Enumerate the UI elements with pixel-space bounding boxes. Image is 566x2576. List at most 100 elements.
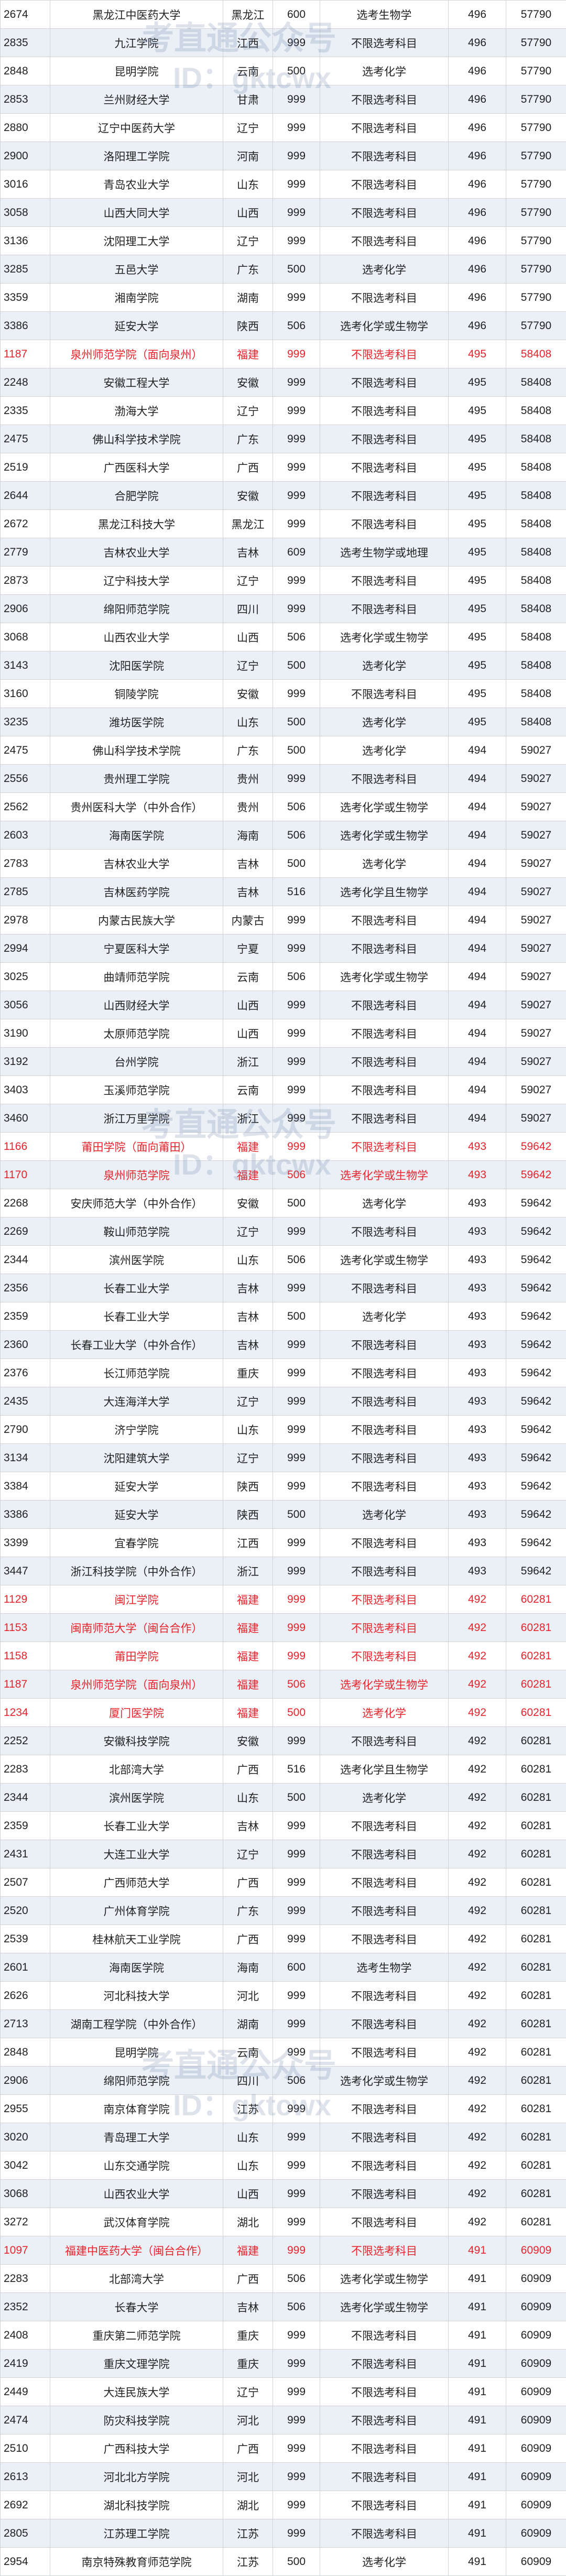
cell-score: 495 (448, 538, 506, 567)
cell-province: 贵州 (223, 792, 273, 821)
cell-score: 491 (448, 2321, 506, 2350)
cell-score: 494 (448, 764, 506, 793)
cell-subject-requirement: 选考化学或生物学 (320, 2264, 449, 2293)
cell-code: 2601 (0, 1953, 50, 1982)
cell-subject-requirement: 选考化学或生物学 (320, 2066, 449, 2095)
cell-province: 江西 (223, 1528, 273, 1557)
cell-code: 2352 (0, 2292, 50, 2321)
cell-score: 495 (448, 594, 506, 623)
cell-code: 2475 (0, 425, 50, 453)
cell-rank: 58408 (506, 566, 566, 595)
cell-score: 492 (448, 2038, 506, 2067)
cell-group-code: 999 (273, 425, 320, 453)
cell-group-code: 999 (273, 934, 320, 963)
table-row: 1166 莆田学院（面向莆田） 福建 999 不限选考科目 493 59642 (0, 1132, 566, 1161)
table-row: 2283 北部湾大学 广西 516 选考化学且生物学 492 60281 (0, 1755, 566, 1784)
cell-rank: 59027 (506, 934, 566, 963)
cell-score: 492 (448, 1953, 506, 1982)
cell-rank: 59642 (506, 1274, 566, 1302)
cell-subject-requirement: 不限选考科目 (320, 1896, 449, 1925)
cell-group-code: 999 (273, 368, 320, 397)
table-row: 2352 长春大学 吉林 506 选考化学或生物学 491 60909 (0, 2292, 566, 2321)
cell-subject-requirement: 选考化学 (320, 1698, 449, 1727)
cell-province: 吉林 (223, 1330, 273, 1359)
cell-school-name: 滨州医学院 (50, 1783, 223, 1812)
cell-province: 山东 (223, 2151, 273, 2180)
cell-group-code: 506 (273, 623, 320, 651)
table-row: 2356 长春工业大学 吉林 999 不限选考科目 493 59642 (0, 1274, 566, 1302)
cell-code: 2268 (0, 1189, 50, 1218)
cell-code: 2252 (0, 1726, 50, 1755)
cell-province: 吉林 (223, 1302, 273, 1331)
cell-rank: 59027 (506, 1075, 566, 1104)
cell-province: 海南 (223, 821, 273, 850)
cell-province: 福建 (223, 1160, 273, 1189)
cell-group-code: 999 (273, 1387, 320, 1416)
cell-score: 494 (448, 991, 506, 1019)
cell-subject-requirement: 选考化学或生物学 (320, 792, 449, 821)
cell-school-name: 泉州师范学院 (50, 1160, 223, 1189)
cell-rank: 59642 (506, 1557, 566, 1585)
cell-subject-requirement: 选考化学或生物学 (320, 821, 449, 850)
cell-rank: 57790 (506, 255, 566, 284)
cell-code: 2356 (0, 1274, 50, 1302)
cell-score: 494 (448, 1075, 506, 1104)
cell-school-name: 台州学院 (50, 1047, 223, 1076)
table-row: 2906 绵阳师范学院 四川 999 不限选考科目 495 58408 (0, 594, 566, 623)
cell-rank: 57790 (506, 113, 566, 142)
cell-rank: 57790 (506, 28, 566, 57)
cell-subject-requirement: 不限选考科目 (320, 1387, 449, 1416)
cell-group-code: 999 (273, 1274, 320, 1302)
cell-rank: 58408 (506, 481, 566, 510)
table-row: 3190 太原师范学院 山西 999 不限选考科目 494 59027 (0, 1019, 566, 1048)
cell-province: 广西 (223, 2264, 273, 2293)
cell-rank: 60909 (506, 2547, 566, 2576)
cell-province: 山东 (223, 2123, 273, 2151)
cell-school-name: 铜陵学院 (50, 679, 223, 708)
cell-group-code: 500 (273, 849, 320, 878)
cell-code: 1158 (0, 1642, 50, 1670)
cell-group-code: 506 (273, 792, 320, 821)
cell-subject-requirement: 选考化学且生物学 (320, 877, 449, 906)
cell-province: 宁夏 (223, 934, 273, 963)
cell-province: 福建 (223, 1132, 273, 1161)
cell-code: 3016 (0, 170, 50, 199)
cell-group-code: 999 (273, 283, 320, 312)
cell-subject-requirement: 选考生物学 (320, 0, 449, 29)
cell-province: 安徽 (223, 368, 273, 397)
cell-code: 2519 (0, 453, 50, 482)
cell-group-code: 999 (273, 2491, 320, 2519)
cell-school-name: 海南医学院 (50, 1953, 223, 1982)
cell-code: 2449 (0, 2377, 50, 2406)
table-row: 3359 湘南学院 湖南 999 不限选考科目 496 57790 (0, 283, 566, 312)
table-row: 1234 厦门医学院 福建 500 选考化学 492 60281 (0, 1698, 566, 1727)
cell-rank: 59027 (506, 1019, 566, 1048)
cell-subject-requirement: 不限选考科目 (320, 1274, 449, 1302)
cell-subject-requirement: 不限选考科目 (320, 2491, 449, 2519)
cell-group-code: 999 (273, 2123, 320, 2151)
cell-code: 2880 (0, 113, 50, 142)
cell-subject-requirement: 选考化学 (320, 1189, 449, 1218)
cell-code: 2692 (0, 2491, 50, 2519)
cell-group-code: 999 (273, 2406, 320, 2434)
cell-rank: 60281 (506, 2009, 566, 2038)
cell-subject-requirement: 不限选考科目 (320, 1868, 449, 1897)
cell-group-code: 999 (273, 2519, 320, 2548)
cell-group-code: 500 (273, 1189, 320, 1218)
cell-subject-requirement: 不限选考科目 (320, 2038, 449, 2067)
cell-school-name: 黑龙江中医药大学 (50, 0, 223, 29)
cell-province: 吉林 (223, 877, 273, 906)
cell-code: 2672 (0, 509, 50, 538)
cell-subject-requirement: 选考化学 (320, 1500, 449, 1529)
cell-group-code: 999 (273, 1019, 320, 1048)
cell-subject-requirement: 不限选考科目 (320, 2321, 449, 2350)
cell-rank: 59642 (506, 1217, 566, 1246)
cell-group-code: 500 (273, 2547, 320, 2576)
cell-province: 广东 (223, 255, 273, 284)
cell-score: 491 (448, 2264, 506, 2293)
cell-province: 重庆 (223, 1358, 273, 1387)
cell-rank: 60909 (506, 2462, 566, 2491)
cell-score: 492 (448, 2066, 506, 2095)
cell-group-code: 999 (273, 1132, 320, 1161)
cell-rank: 60281 (506, 1585, 566, 1614)
